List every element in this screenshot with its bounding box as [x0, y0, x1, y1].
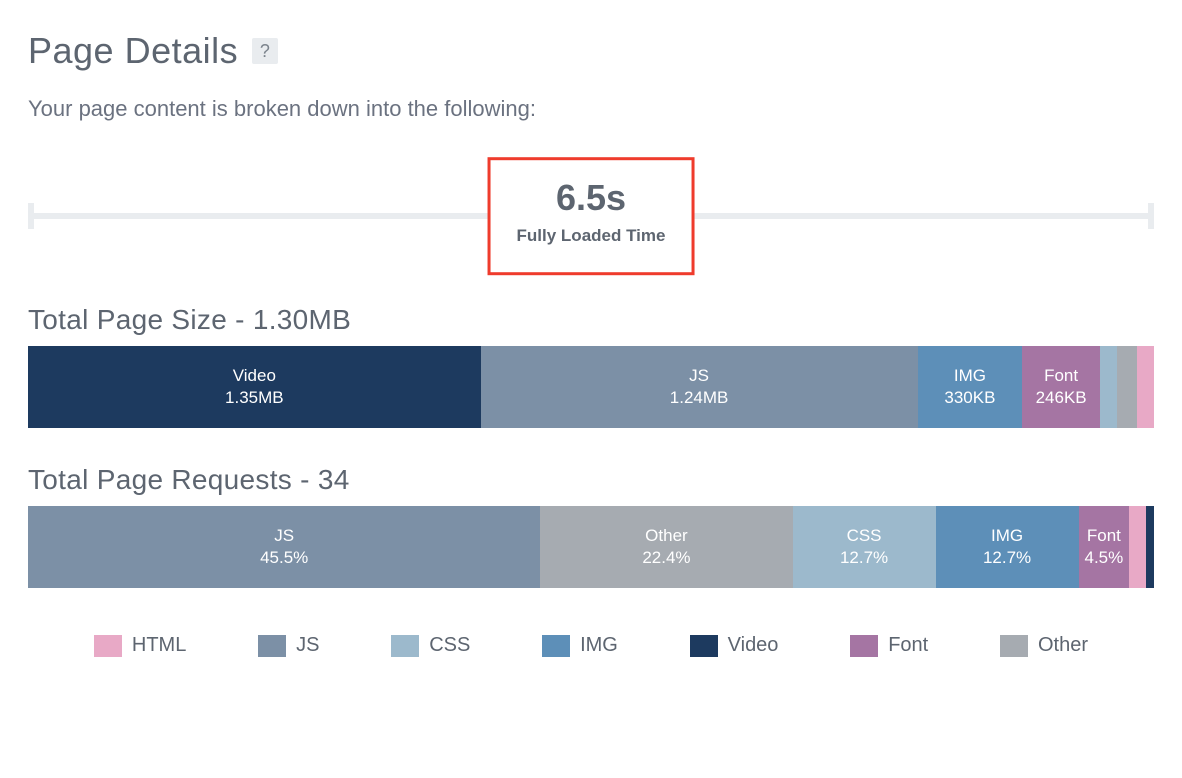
segment-label: IMG — [954, 365, 986, 387]
page-title: Page Details ? — [28, 30, 1154, 72]
bar-segment-font[interactable]: Font246KB — [1022, 346, 1100, 428]
fully-loaded-time-box: 6.5s Fully Loaded Time — [488, 157, 695, 275]
legend-swatch — [391, 635, 419, 657]
bar-segment-js[interactable]: JS45.5% — [28, 506, 540, 588]
bar-segment-img[interactable]: IMG12.7% — [936, 506, 1079, 588]
legend: HTML JS CSS IMG Video Font Other — [28, 624, 1154, 657]
segment-label: JS — [274, 525, 294, 547]
total-page-requests-title: Total Page Requests - 34 — [28, 464, 1154, 496]
segment-value: 22.4% — [642, 547, 690, 569]
legend-swatch — [258, 635, 286, 657]
legend-label: Font — [888, 634, 928, 657]
total-page-size-title: Total Page Size - 1.30MB — [28, 304, 1154, 336]
segment-label: IMG — [991, 525, 1023, 547]
bar-segment-html[interactable] — [1129, 506, 1146, 588]
legend-swatch — [1000, 635, 1028, 657]
legend-label: JS — [296, 634, 319, 657]
bar-segment-js[interactable]: JS1.24MB — [481, 346, 918, 428]
segment-value: 1.35MB — [225, 387, 284, 409]
timeline-cap-right — [1148, 203, 1154, 229]
legend-swatch — [850, 635, 878, 657]
legend-label: IMG — [580, 634, 618, 657]
legend-item-other[interactable]: Other — [1000, 634, 1088, 657]
page-title-text: Page Details — [28, 30, 238, 72]
segment-label: CSS — [847, 525, 882, 547]
legend-item-font[interactable]: Font — [850, 634, 928, 657]
legend-item-html[interactable]: HTML — [94, 634, 186, 657]
legend-label: Other — [1038, 634, 1088, 657]
segment-value: 45.5% — [260, 547, 308, 569]
legend-swatch — [690, 635, 718, 657]
legend-swatch — [542, 635, 570, 657]
load-timeline: 6.5s Fully Loaded Time — [28, 156, 1154, 276]
segment-label: Video — [233, 365, 276, 387]
legend-label: Video — [728, 634, 779, 657]
bar-segment-css[interactable]: CSS12.7% — [793, 506, 936, 588]
help-icon[interactable]: ? — [252, 38, 278, 64]
segment-value: 12.7% — [983, 547, 1031, 569]
segment-label: Font — [1087, 525, 1121, 547]
segment-label: Font — [1044, 365, 1078, 387]
bar-segment-img[interactable]: IMG330KB — [918, 346, 1023, 428]
bar-segment-other[interactable] — [1117, 346, 1137, 428]
segment-label: JS — [689, 365, 709, 387]
bar-segment-html[interactable] — [1137, 346, 1154, 428]
segment-value: 330KB — [944, 387, 995, 409]
fully-loaded-time-label: Fully Loaded Time — [517, 226, 666, 246]
bar-segment-other[interactable]: Other22.4% — [540, 506, 792, 588]
segment-value: 246KB — [1036, 387, 1087, 409]
bar-segment-font[interactable]: Font4.5% — [1079, 506, 1130, 588]
legend-label: HTML — [132, 634, 186, 657]
segment-label: Other — [645, 525, 688, 547]
segment-value: 1.24MB — [670, 387, 729, 409]
legend-swatch — [94, 635, 122, 657]
segment-value: 12.7% — [840, 547, 888, 569]
legend-item-css[interactable]: CSS — [391, 634, 470, 657]
timeline-cap-left — [28, 203, 34, 229]
page-subtitle: Your page content is broken down into th… — [28, 96, 1154, 122]
legend-item-img[interactable]: IMG — [542, 634, 618, 657]
bar-segment-video[interactable] — [1146, 506, 1154, 588]
bar-segment-css[interactable] — [1100, 346, 1117, 428]
fully-loaded-time-value: 6.5s — [517, 178, 666, 218]
legend-item-video[interactable]: Video — [690, 634, 779, 657]
bar-segment-video[interactable]: Video1.35MB — [28, 346, 481, 428]
legend-item-js[interactable]: JS — [258, 634, 319, 657]
total-page-size-bar: Video1.35MBJS1.24MBIMG330KBFont246KB — [28, 346, 1154, 428]
legend-label: CSS — [429, 634, 470, 657]
total-page-requests-bar: JS45.5%Other22.4%CSS12.7%IMG12.7%Font4.5… — [28, 506, 1154, 588]
segment-value: 4.5% — [1085, 547, 1124, 569]
